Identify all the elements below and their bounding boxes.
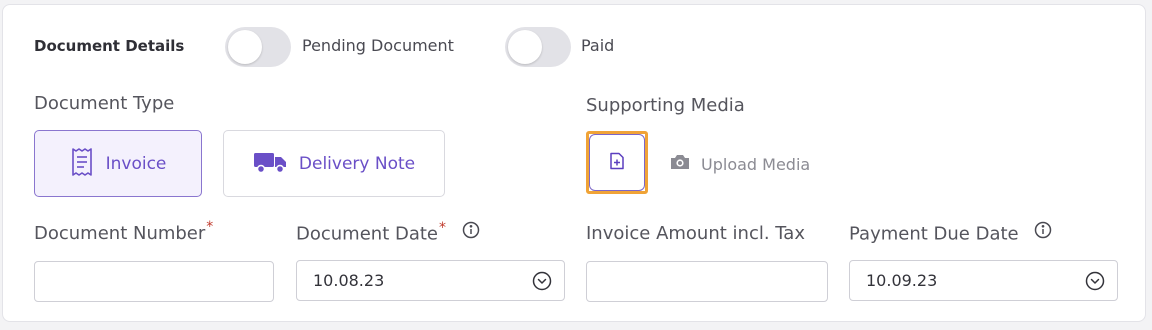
file-plus-icon [609, 152, 625, 174]
invoice-amount-input[interactable] [586, 261, 828, 302]
document-number-label-text: Document Number [34, 223, 206, 244]
payment-due-date-label-text: Payment Due Date [849, 223, 1019, 245]
document-date-picker[interactable]: 10.08.23 [296, 260, 565, 301]
document-number-input[interactable] [34, 261, 274, 302]
required-marker: * [439, 219, 446, 236]
document-number-label: Document Number* [34, 219, 213, 244]
document-type-label: Document Type [34, 93, 175, 114]
receipt-icon [70, 147, 94, 181]
upload-media-button[interactable]: Upload Media [669, 153, 810, 175]
info-icon[interactable] [462, 221, 480, 244]
paid-label: Paid [581, 36, 615, 55]
invoice-label: Invoice [105, 153, 167, 174]
invoice-amount-label: Invoice Amount incl. Tax [586, 223, 805, 244]
add-media-button[interactable] [586, 131, 648, 194]
camera-icon [669, 153, 691, 175]
document-date-label: Document Date* [296, 219, 480, 246]
chevron-down-icon[interactable] [532, 271, 552, 295]
paid-toggle[interactable] [505, 27, 571, 67]
document-date-label-text: Document Date [296, 223, 438, 245]
toggle-knob [228, 30, 262, 64]
delivery-note-type-button[interactable]: Delivery Note [223, 130, 445, 197]
delivery-note-label: Delivery Note [298, 153, 416, 174]
supporting-media-label: Supporting Media [586, 95, 745, 116]
upload-media-label: Upload Media [701, 154, 811, 174]
payment-due-date-value: 10.09.23 [866, 271, 938, 290]
required-marker: * [206, 219, 214, 235]
payment-due-date-picker[interactable]: 10.09.23 [849, 260, 1118, 301]
chevron-down-icon[interactable] [1085, 271, 1105, 295]
document-details-card: Document Details Pending Document Paid D… [2, 4, 1146, 322]
pending-document-toggle[interactable] [225, 27, 291, 67]
invoice-type-button[interactable]: Invoice [34, 130, 202, 197]
document-date-value: 10.08.23 [313, 271, 385, 290]
truck-icon [253, 150, 287, 178]
pending-document-label: Pending Document [302, 36, 454, 55]
info-icon[interactable] [1034, 221, 1052, 244]
toggle-knob [508, 30, 542, 64]
payment-due-date-label: Payment Due Date [849, 221, 1052, 246]
section-title: Document Details [34, 37, 185, 55]
